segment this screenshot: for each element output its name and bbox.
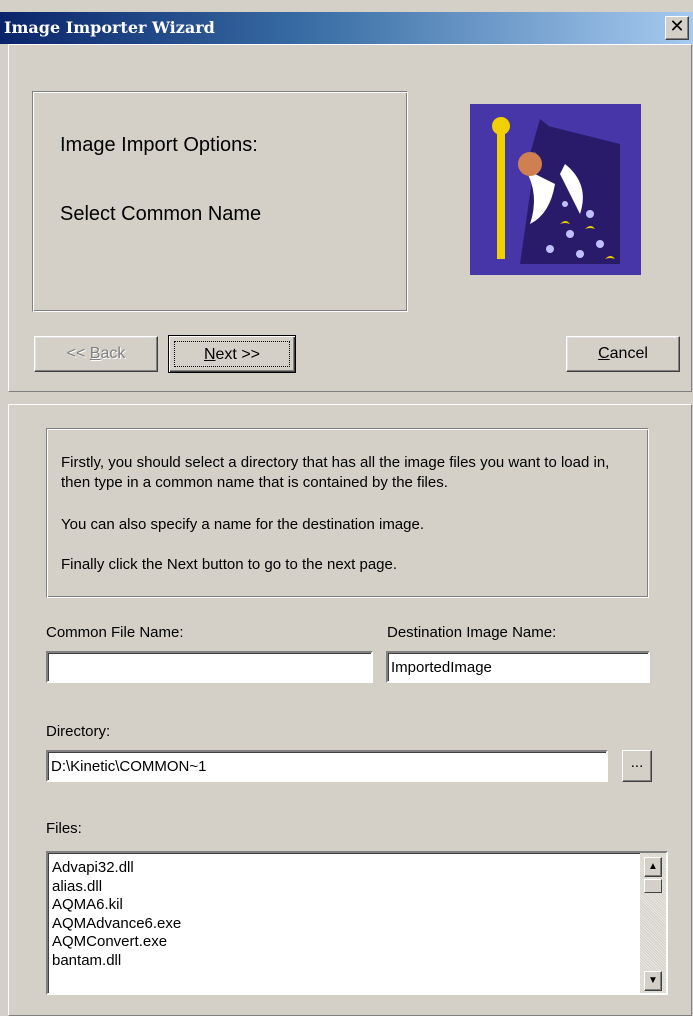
scroll-down-icon[interactable]: ▼ bbox=[644, 971, 662, 991]
common-file-name-input[interactable] bbox=[46, 651, 373, 683]
list-item[interactable]: AQMConvert.exe bbox=[52, 933, 181, 952]
close-icon: ✕ bbox=[669, 16, 685, 37]
cancel-button[interactable]: Cancel bbox=[566, 336, 680, 372]
back-label-pre: << bbox=[66, 345, 90, 362]
back-button[interactable]: << Back bbox=[34, 336, 158, 372]
files-list: Advapi32.dll alias.dll AQMA6.kil AQMAdva… bbox=[52, 859, 181, 970]
scroll-thumb[interactable] bbox=[644, 879, 662, 893]
files-scrollbar[interactable]: ▲ ▼ bbox=[640, 853, 666, 993]
step-title: Image Import Options: bbox=[60, 134, 258, 156]
list-item[interactable]: alias.dll bbox=[52, 878, 181, 897]
list-item[interactable]: AQMAdvance6.exe bbox=[52, 915, 181, 934]
list-item[interactable]: AQMA6.kil bbox=[52, 896, 181, 915]
cancel-label-post: ancel bbox=[609, 345, 648, 362]
directory-input[interactable]: D:\Kinetic\COMMON~1 bbox=[46, 750, 608, 782]
cancel-label-key: C bbox=[598, 345, 610, 362]
step-info-box bbox=[32, 91, 408, 312]
window-title: Image Importer Wizard bbox=[4, 18, 215, 37]
next-button[interactable]: Next >> bbox=[168, 335, 296, 373]
instruction-text-3: Finally click the Next button to go to t… bbox=[61, 556, 398, 573]
browse-button[interactable]: ... bbox=[622, 750, 652, 782]
instructions-box: Firstly, you should select a directory t… bbox=[46, 428, 649, 598]
close-button[interactable]: ✕ bbox=[665, 16, 689, 40]
files-listbox[interactable]: Advapi32.dll alias.dll AQMA6.kil AQMAdva… bbox=[46, 851, 668, 995]
step-subtitle: Select Common Name bbox=[60, 203, 262, 225]
next-label-post: ext >> bbox=[215, 346, 261, 363]
common-file-name-label: Common File Name: bbox=[46, 624, 184, 641]
focus-rect: Next >> bbox=[174, 341, 290, 367]
instruction-text-1: Firstly, you should select a directory t… bbox=[61, 454, 610, 491]
files-label: Files: bbox=[46, 820, 82, 837]
next-label-key: N bbox=[203, 346, 216, 363]
back-label-post: ack bbox=[100, 345, 126, 362]
destination-image-name-input[interactable]: ImportedImage bbox=[386, 651, 650, 683]
list-item[interactable]: Advapi32.dll bbox=[52, 859, 181, 878]
wizard-icon bbox=[470, 104, 641, 275]
destination-image-name-label: Destination Image Name: bbox=[387, 624, 557, 641]
back-label-key: B bbox=[89, 345, 101, 362]
directory-label: Directory: bbox=[46, 723, 111, 740]
list-item[interactable]: bantam.dll bbox=[52, 952, 181, 971]
scroll-up-icon[interactable]: ▲ bbox=[644, 857, 662, 877]
instruction-text-2: You can also specify a name for the dest… bbox=[61, 516, 425, 533]
title-bar: Image Importer Wizard ✕ bbox=[0, 12, 693, 44]
